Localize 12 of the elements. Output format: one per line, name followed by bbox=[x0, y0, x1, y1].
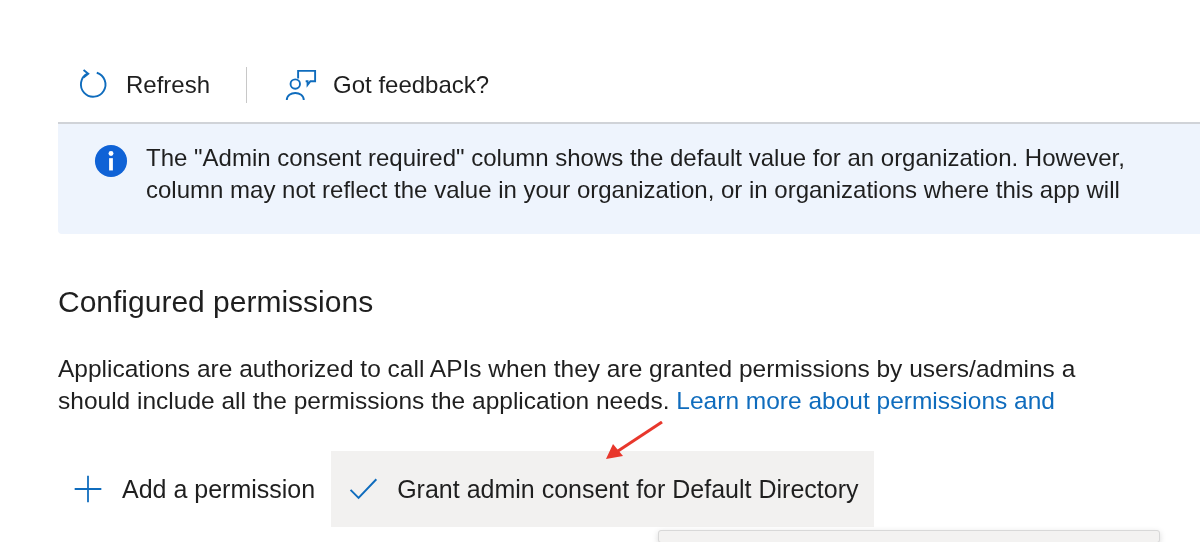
plus-icon bbox=[72, 473, 104, 505]
grant-consent-button[interactable]: Grant admin consent for Default Directory bbox=[331, 451, 875, 527]
learn-more-link[interactable]: Learn more about permissions and bbox=[676, 387, 1055, 414]
arrow bbox=[606, 421, 663, 459]
section-title: Configured permissions bbox=[58, 284, 375, 320]
feedback-icon bbox=[283, 68, 318, 102]
description-text: Applications are authorized to call APIs when they are granted permissions by users/admins a should include all the permissions the application needs. Learn more about permissions and bbox=[58, 354, 1076, 416]
feedback-button[interactable]: Got feedback? bbox=[279, 68, 494, 102]
info-message: The "Admin consent required" column shows the default value for an organization. However, column may not reflect the value in your organization, or in organizations where this app will bbox=[146, 143, 1125, 205]
refresh-button[interactable]: Refresh bbox=[72, 68, 215, 102]
info-icon bbox=[94, 144, 128, 178]
add-permission-button[interactable]: Add a permission bbox=[56, 451, 332, 527]
